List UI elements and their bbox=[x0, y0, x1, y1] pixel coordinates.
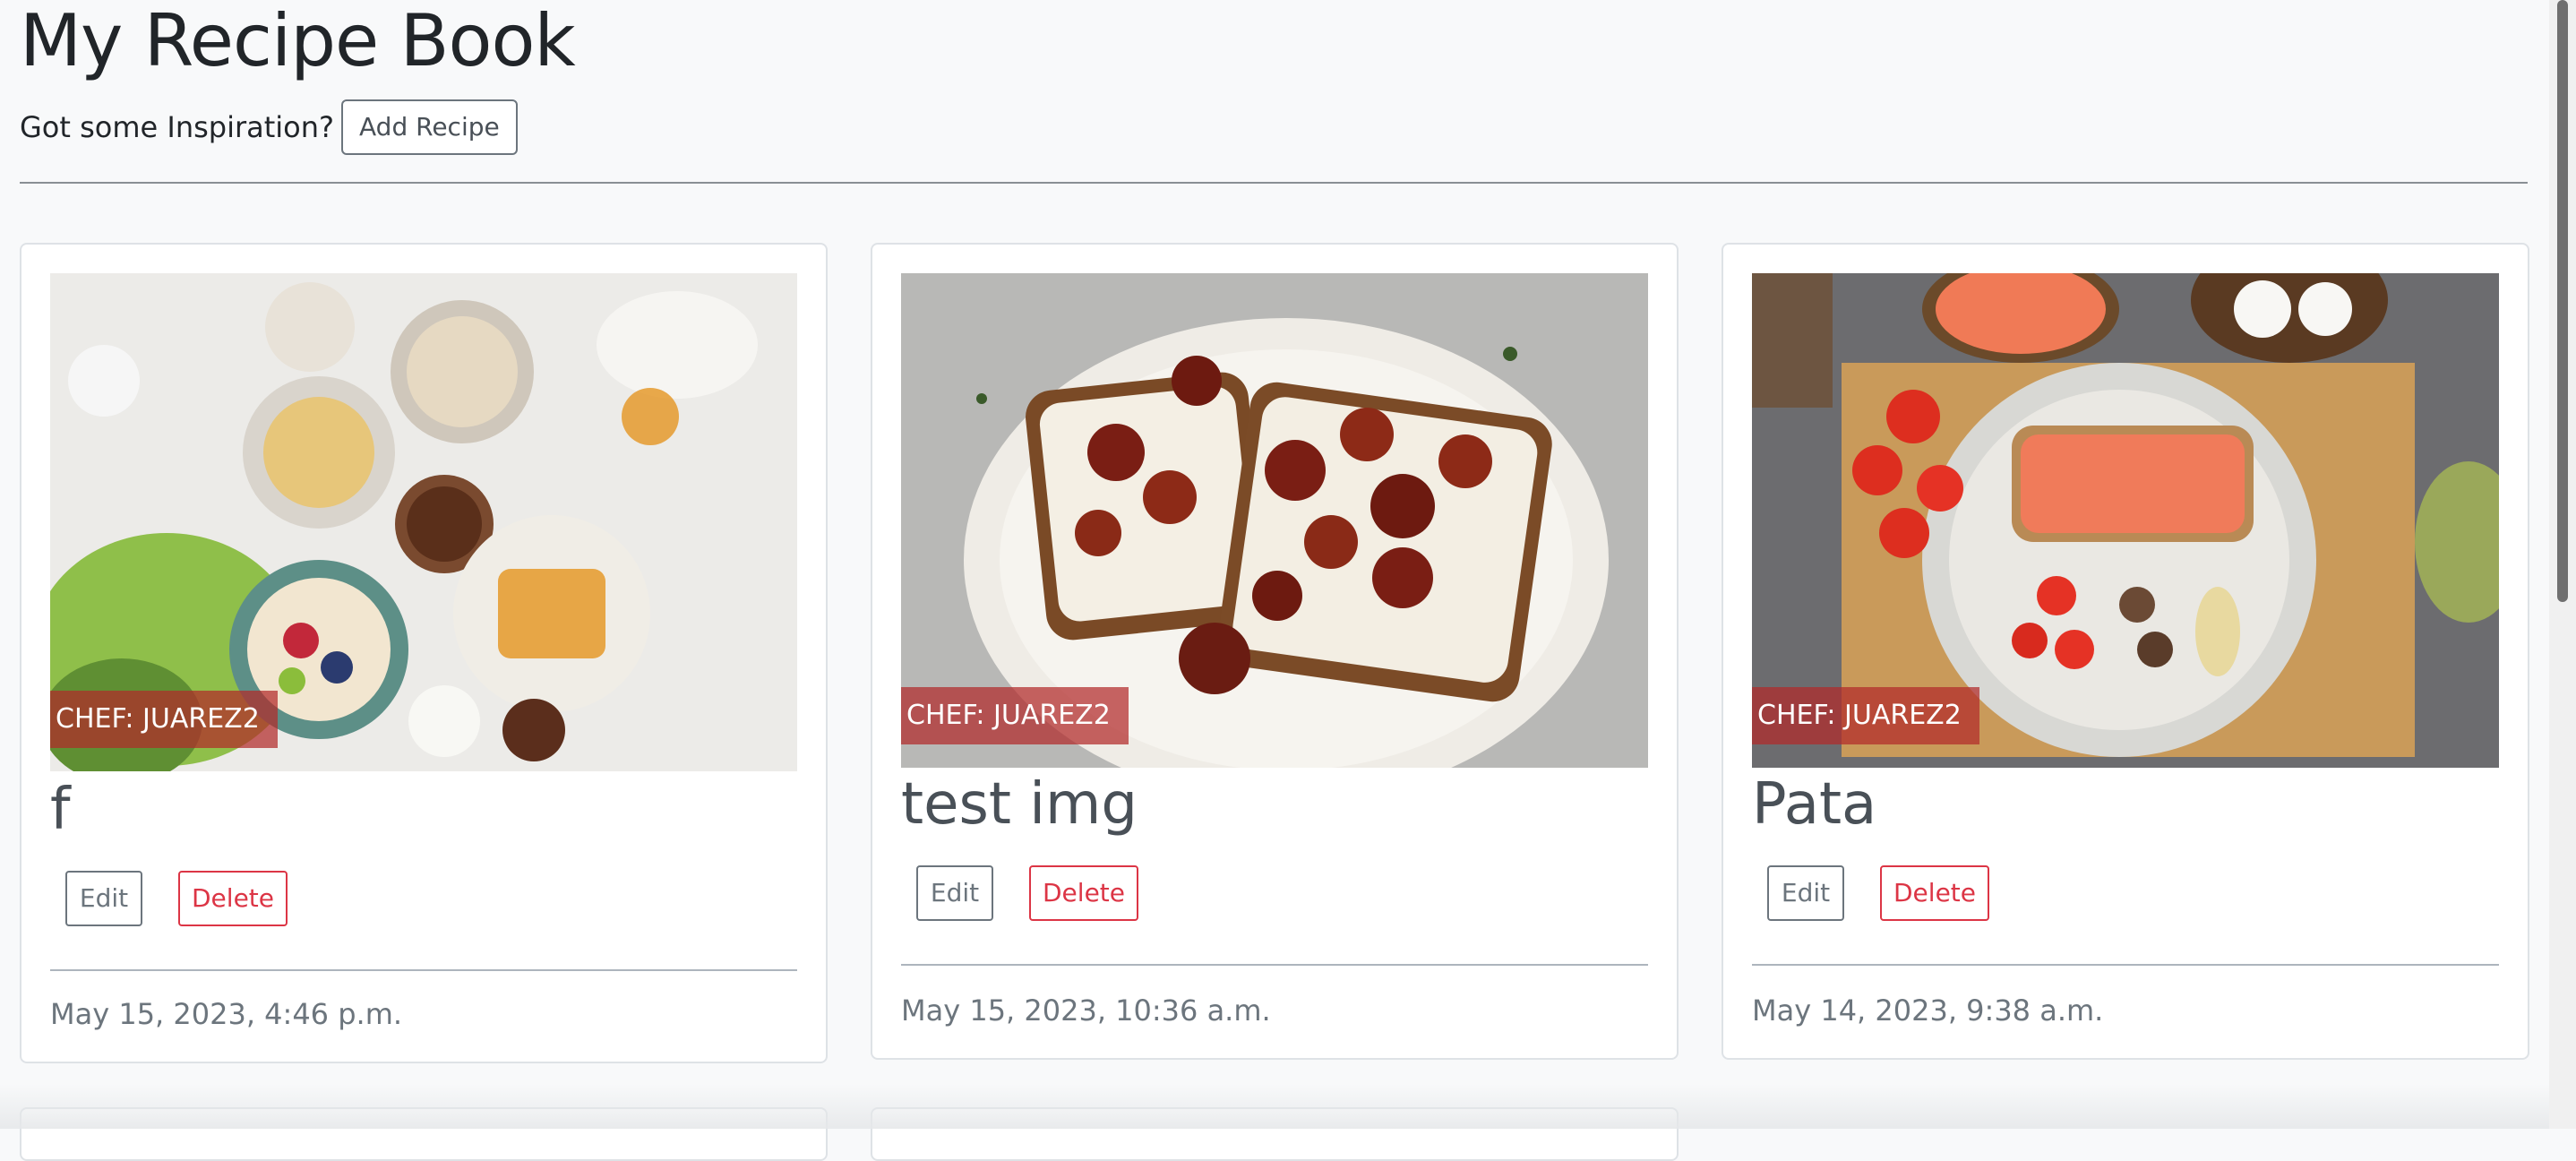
delete-button[interactable]: Delete bbox=[178, 871, 288, 926]
delete-button[interactable]: Delete bbox=[1880, 865, 1989, 921]
add-recipe-button[interactable]: Add Recipe bbox=[341, 99, 518, 155]
recipe-date: May 15, 2023, 4:46 p.m. bbox=[50, 997, 403, 1031]
recipe-date: May 15, 2023, 10:36 a.m. bbox=[901, 993, 1271, 1028]
card-divider bbox=[50, 969, 797, 971]
card-divider bbox=[901, 964, 1648, 966]
recipe-card: CHEF: JUAREZ2 f Edit Delete May 15, 2023… bbox=[20, 243, 828, 1063]
recipe-image-breakfast[interactable]: CHEF: JUAREZ2 bbox=[50, 273, 797, 771]
recipe-date: May 14, 2023, 9:38 a.m. bbox=[1752, 993, 2104, 1028]
chef-badge: CHEF: JUAREZ2 bbox=[901, 687, 1129, 744]
inspiration-row: Got some Inspiration? Add Recipe bbox=[20, 99, 518, 156]
recipe-title[interactable]: test img bbox=[901, 769, 1138, 840]
edit-button[interactable]: Edit bbox=[65, 871, 142, 926]
bottom-fade bbox=[0, 1084, 2549, 1129]
edit-button[interactable]: Edit bbox=[1767, 865, 1844, 921]
inspiration-text: Got some Inspiration? bbox=[20, 110, 335, 144]
recipe-image-salmon[interactable]: CHEF: JUAREZ2 bbox=[1752, 273, 2499, 768]
card-divider bbox=[1752, 964, 2499, 966]
chef-badge: CHEF: JUAREZ2 bbox=[1752, 687, 1979, 744]
page-title: My Recipe Book bbox=[20, 0, 576, 82]
recipe-image-toast[interactable]: CHEF: JUAREZ2 bbox=[901, 273, 1648, 768]
chef-badge: CHEF: JUAREZ2 bbox=[50, 691, 278, 748]
recipe-title[interactable]: Pata bbox=[1752, 769, 1876, 840]
recipe-title[interactable]: f bbox=[50, 774, 71, 846]
recipe-card: CHEF: JUAREZ2 Pata Edit Delete May 14, 2… bbox=[1722, 243, 2529, 1060]
page-scrollbar[interactable] bbox=[2549, 0, 2576, 1129]
delete-button[interactable]: Delete bbox=[1029, 865, 1138, 921]
recipe-card: CHEF: JUAREZ2 test img Edit Delete May 1… bbox=[871, 243, 1679, 1060]
scrollbar-thumb[interactable] bbox=[2557, 0, 2568, 602]
edit-button[interactable]: Edit bbox=[916, 865, 993, 921]
header-divider bbox=[20, 182, 2528, 184]
